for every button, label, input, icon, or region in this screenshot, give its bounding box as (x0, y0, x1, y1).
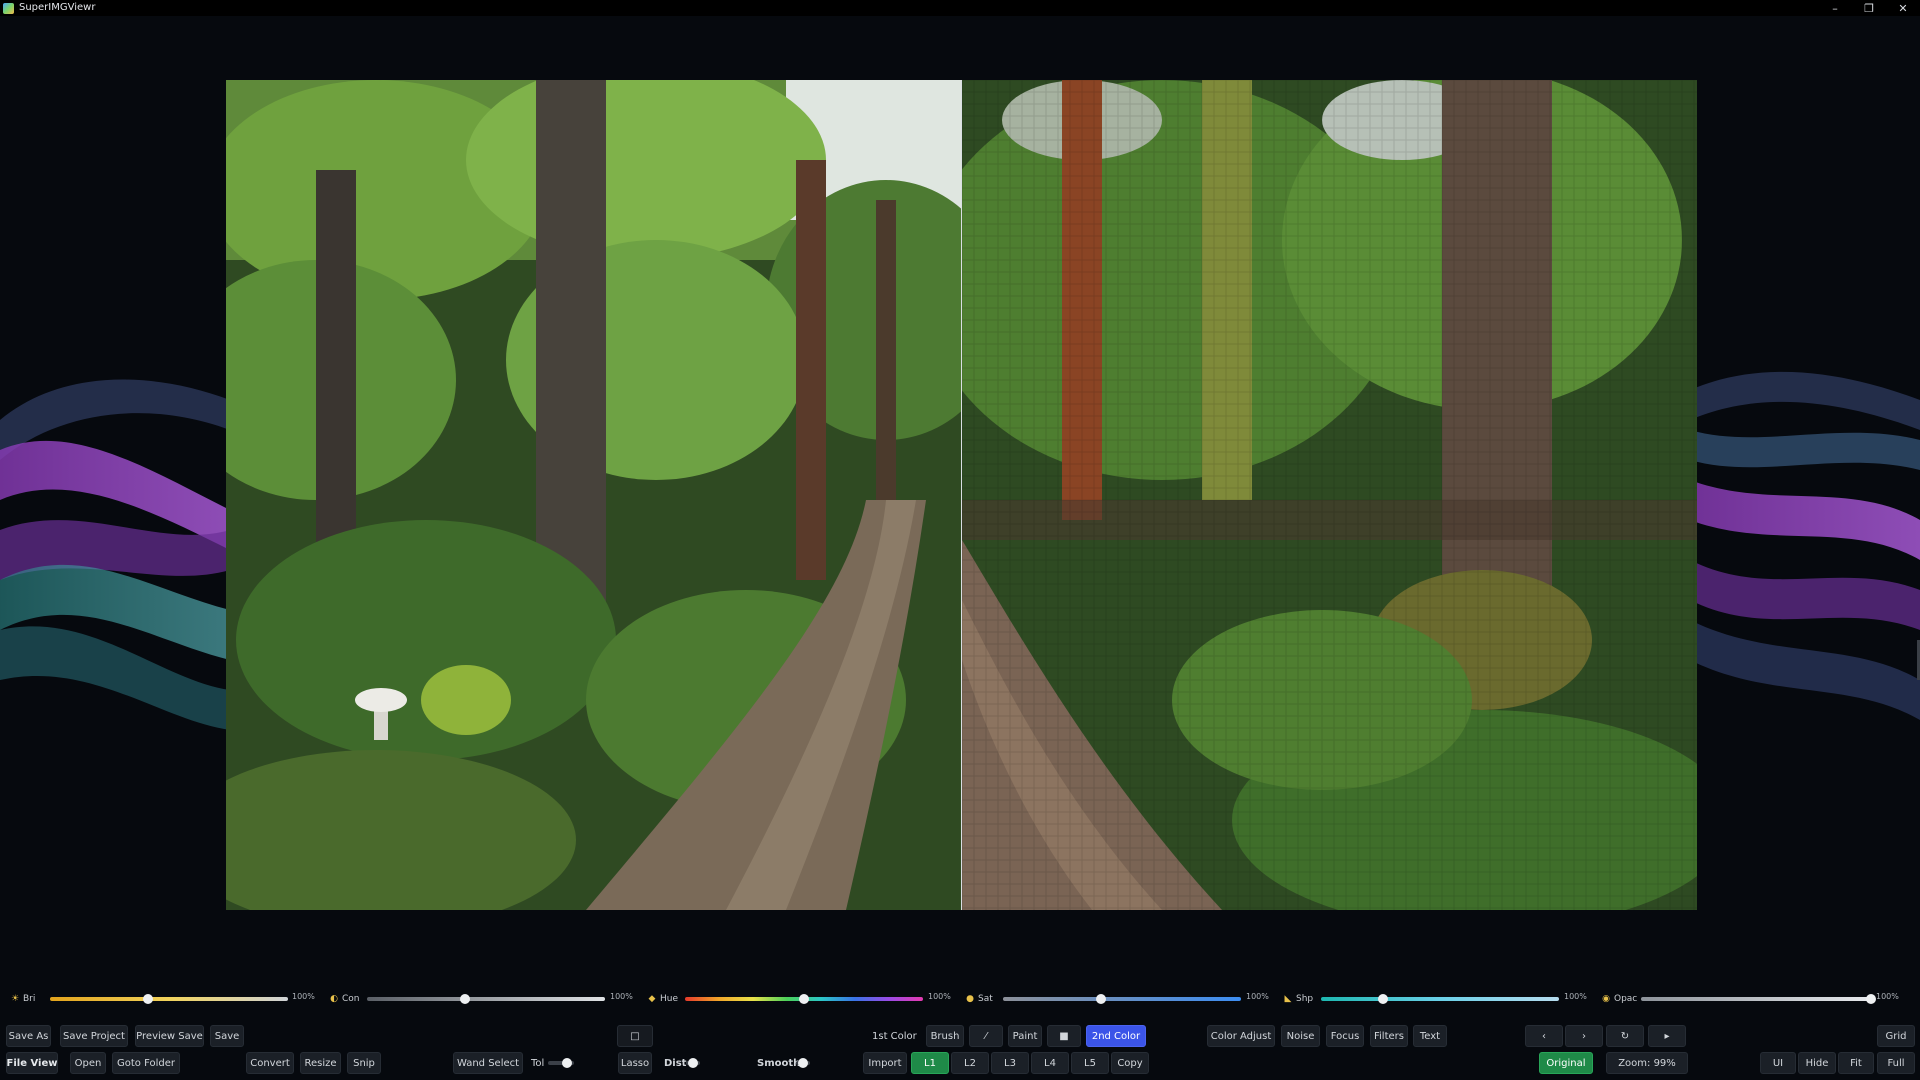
app-logo-icon (3, 2, 14, 14)
line-tool-icon[interactable]: ⁄ (969, 1025, 1003, 1047)
bri-value: 100% (292, 992, 315, 1001)
shp-value: 100% (1564, 992, 1587, 1001)
sat-label: Sat (978, 994, 993, 1004)
next-image-icon[interactable]: › (1565, 1025, 1603, 1047)
tolerance-label: Tol (531, 1057, 545, 1069)
file-view-button[interactable]: File View (6, 1052, 58, 1074)
sat-slider-thumb[interactable] (1095, 994, 1106, 1004)
snip-button[interactable]: Snip (347, 1052, 381, 1074)
con-icon: ◐ (330, 994, 338, 1004)
sat-value: 100% (1246, 992, 1269, 1001)
lasso-button[interactable]: Lasso (618, 1052, 652, 1074)
rotate-icon[interactable]: ↻ (1606, 1025, 1644, 1047)
opac-label: Opac (1614, 994, 1638, 1004)
decorative-wave-right (1690, 371, 1920, 720)
resize-button[interactable]: Resize (300, 1052, 341, 1074)
save-as-button[interactable]: Save As (6, 1025, 51, 1047)
smooth-label: Smooth (757, 1057, 801, 1069)
close-button[interactable]: ✕ (1886, 0, 1920, 16)
brush-button[interactable]: Brush (926, 1025, 964, 1047)
shp-icon: ◣ (1284, 994, 1292, 1004)
layer-3-button[interactable]: L3 (991, 1052, 1029, 1074)
pixelated-forest-image (962, 80, 1697, 910)
slider-group-sat: ● Sat (965, 990, 993, 1008)
con-slider-track[interactable] (367, 997, 605, 1001)
slider-group-shp: ◣ Shp (1283, 990, 1314, 1008)
import-button[interactable]: Import (863, 1052, 907, 1074)
fit-button[interactable]: Fit (1838, 1052, 1874, 1074)
original-toggle-button[interactable]: Original (1539, 1052, 1593, 1074)
save-project-button[interactable]: Save Project (60, 1025, 128, 1047)
bri-slider-track[interactable] (50, 997, 288, 1001)
layer-2-button[interactable]: L2 (951, 1052, 989, 1074)
image-canvas[interactable] (226, 80, 1697, 910)
save-button[interactable]: Save (210, 1025, 244, 1047)
adjustment-sliders: ☀ Bri 100% ◐ Con 100% ◆ Hue 100% ● Sat 100% ◣ Shp 100%… (0, 990, 1920, 1008)
full-button[interactable]: Full (1877, 1052, 1915, 1074)
sat-slider-track[interactable] (1003, 997, 1241, 1001)
convert-button[interactable]: Convert (246, 1052, 294, 1074)
layer-5-button[interactable]: L5 (1071, 1052, 1109, 1074)
paint-button[interactable]: Paint (1008, 1025, 1042, 1047)
shp-slider-thumb[interactable] (1377, 994, 1388, 1004)
decorative-wave-left (0, 379, 230, 730)
opac-slider-thumb[interactable] (1866, 994, 1876, 1004)
distance-slider[interactable] (686, 1052, 700, 1074)
hue-slider-thumb[interactable] (799, 994, 809, 1004)
smooth-slider[interactable] (796, 1052, 810, 1074)
slider-group-opac: ◉ Opac (1601, 990, 1637, 1008)
distance-label: Dist (664, 1057, 687, 1069)
minimize-button[interactable]: – (1818, 0, 1852, 16)
layer-1-button[interactable]: L1 (911, 1052, 949, 1074)
fill-tool-icon[interactable]: ■ (1047, 1025, 1081, 1047)
con-slider-thumb[interactable] (459, 994, 470, 1004)
previous-image-icon[interactable]: ‹ (1525, 1025, 1563, 1047)
zoom-level-display[interactable]: Zoom: 99% (1606, 1052, 1688, 1074)
layer-4-button[interactable]: L4 (1031, 1052, 1069, 1074)
filters-button[interactable]: Filters (1370, 1025, 1408, 1047)
preview-save-button[interactable]: Preview Save (135, 1025, 204, 1047)
tolerance-slider[interactable] (548, 1052, 574, 1074)
shp-label: Shp (1296, 994, 1314, 1004)
app-window: SuperIMGViewr – ❐ ✕ ☀ Bri 100% ◐ Con 100… (0, 0, 1920, 1080)
hue-label: Hue (660, 994, 679, 1004)
title-bar: SuperIMGViewr – ❐ ✕ (0, 0, 1920, 16)
original-image-half (226, 80, 961, 910)
second-color-button[interactable]: 2nd Color (1086, 1025, 1146, 1047)
opac-value: 100% (1876, 992, 1899, 1001)
focus-button[interactable]: Focus (1326, 1025, 1364, 1047)
wand-select-button[interactable]: Wand Select (453, 1052, 523, 1074)
hue-icon: ◆ (648, 994, 656, 1004)
play-icon[interactable]: ▸ (1648, 1025, 1686, 1047)
window-controls: – ❐ ✕ (1818, 0, 1920, 16)
bri-label: Bri (23, 994, 36, 1004)
restore-button[interactable]: ❐ (1852, 0, 1886, 16)
slider-group-bri: ☀ Bri (10, 990, 35, 1008)
noise-button[interactable]: Noise (1281, 1025, 1320, 1047)
color-adjust-button[interactable]: Color Adjust (1207, 1025, 1275, 1047)
hide-button[interactable]: Hide (1798, 1052, 1836, 1074)
bri-icon: ☀ (10, 994, 20, 1004)
first-color-label[interactable]: 1st Color (872, 1025, 917, 1047)
sat-icon: ● (966, 994, 974, 1004)
con-label: Con (342, 994, 360, 1004)
grid-button[interactable]: Grid (1877, 1025, 1915, 1047)
shp-slider-track[interactable] (1321, 997, 1559, 1001)
hue-value: 100% (928, 992, 951, 1001)
slider-group-con: ◐ Con (329, 990, 360, 1008)
open-button[interactable]: Open (70, 1052, 106, 1074)
goto-folder-button[interactable]: Goto Folder (112, 1052, 180, 1074)
ui-button[interactable]: UI (1760, 1052, 1796, 1074)
opac-slider-track[interactable] (1641, 997, 1871, 1001)
con-value: 100% (610, 992, 633, 1001)
text-button[interactable]: Text (1413, 1025, 1447, 1047)
slider-group-hue: ◆ Hue (647, 990, 678, 1008)
window-title: SuperIMGViewr (19, 2, 96, 13)
processed-image-half (962, 80, 1697, 910)
forest-path-image (226, 80, 961, 910)
copy-button[interactable]: Copy (1111, 1052, 1149, 1074)
rectangle-select-button[interactable]: □ (617, 1025, 653, 1047)
bri-slider-thumb[interactable] (142, 994, 153, 1004)
opac-icon: ◉ (1602, 994, 1610, 1004)
